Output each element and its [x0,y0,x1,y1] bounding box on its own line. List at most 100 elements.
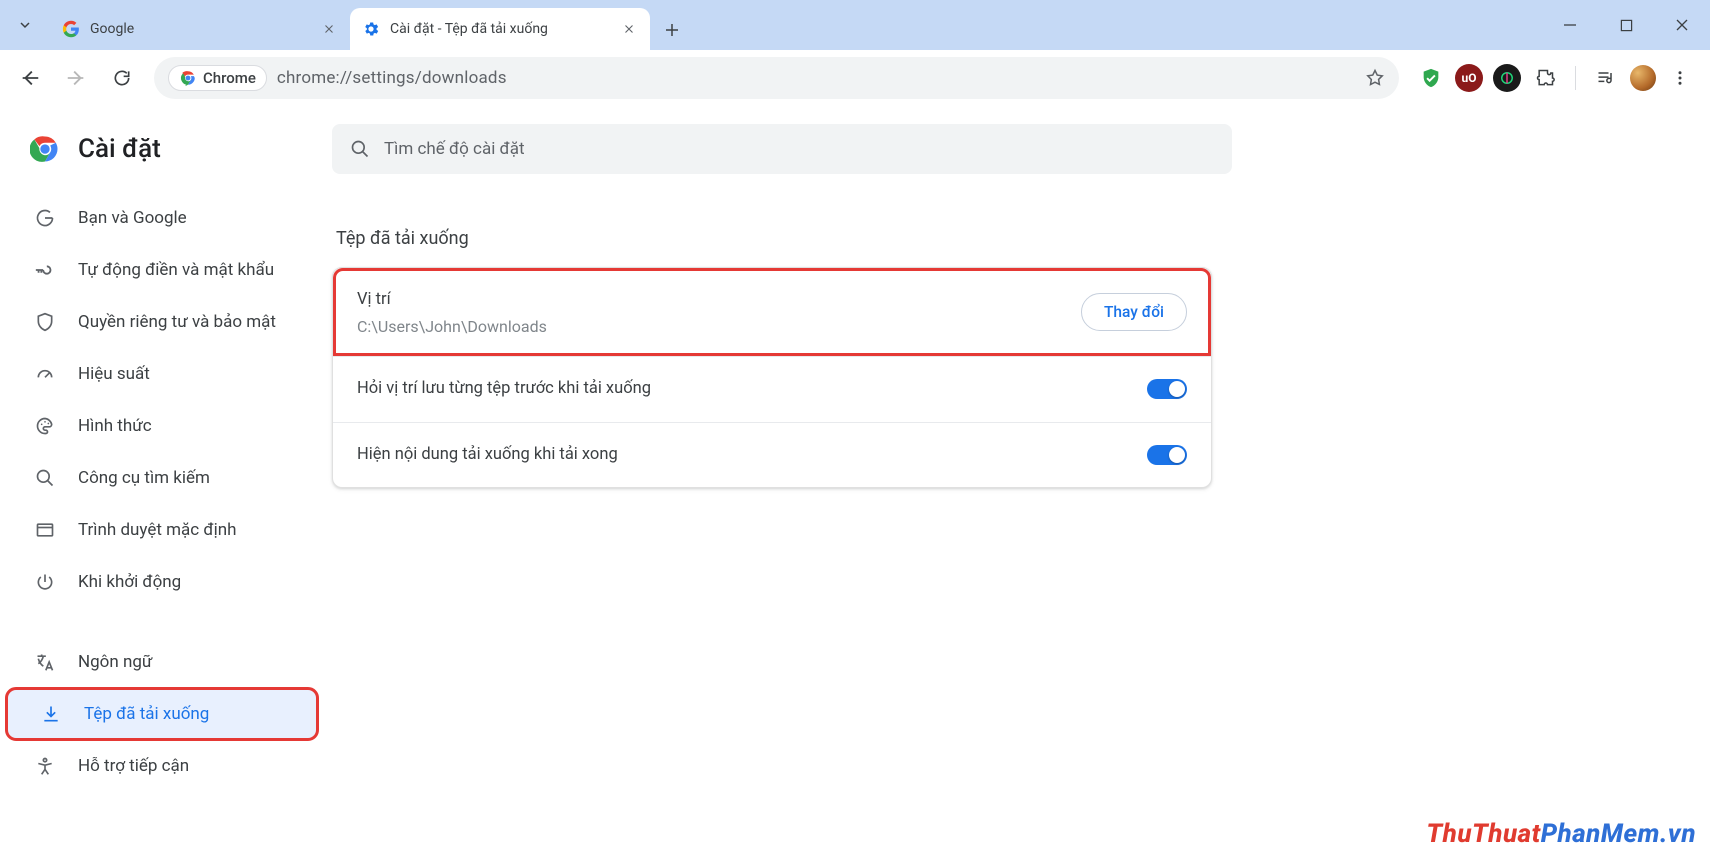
sidebar-item-label: Hỗ trợ tiếp cận [78,756,189,776]
sidebar-item-performance[interactable]: Hiệu suất [0,348,320,400]
reload-icon [112,68,132,88]
sidebar-item-autofill[interactable]: Tự động điền và mật khẩu [0,244,320,296]
window-maximize-button[interactable] [1598,0,1654,50]
sidebar-item-label: Bạn và Google [78,208,187,228]
url-chip-label: Chrome [203,69,256,87]
sidebar-item-privacy[interactable]: Quyền riêng tư và bảo mật [0,296,320,348]
palette-icon [34,415,56,437]
sidebar-item-label: Quyền riêng tư và bảo mật [78,312,276,332]
browser-window-icon [34,519,56,541]
sidebar-item-on-startup[interactable]: Khi khởi động [0,556,320,608]
show-downloads-label: Hiện nội dung tải xuống khi tải xong [357,443,1129,468]
sidebar-item-languages[interactable]: Ngôn ngữ [0,636,320,688]
watermark: ThuThuatPhanMem.vn [1426,819,1696,849]
translate-icon [34,651,56,673]
settings-sidebar: Cài đặt Bạn và Google Tự động điền và mậ… [0,106,332,859]
arrow-left-icon [19,67,41,89]
downloads-card: Vị trí C:\Users\John\Downloads Thay đổi … [332,267,1212,488]
profile-avatar-button[interactable] [1630,65,1656,91]
sidebar-item-downloads[interactable]: Tệp đã tải xuống [6,688,318,740]
chevron-down-icon [17,17,33,33]
tab-settings-downloads[interactable]: Cài đặt - Tệp đã tải xuống [350,8,650,50]
sidebar-item-appearance[interactable]: Hình thức [0,400,320,452]
extension-icons: uO [1411,64,1700,92]
music-list-icon [1596,68,1616,88]
new-tab-button[interactable] [654,12,690,48]
toolbar-divider [1575,66,1576,90]
bookmark-button[interactable] [1365,68,1385,88]
kebab-icon [1671,69,1689,87]
change-location-button[interactable]: Thay đổi [1081,293,1187,331]
tab-close-button[interactable] [620,20,638,38]
watermark-part2: PhanMem [1541,819,1660,849]
google-favicon-icon [62,20,80,38]
settings-search-input[interactable]: Tìm chế độ cài đặt [332,124,1232,174]
search-icon [350,139,370,159]
browser-tab-strip: Google Cài đặt - Tệp đã tải xuống [0,0,1710,50]
extension-ublock-icon[interactable]: uO [1455,64,1483,92]
sidebar-item-label: Tự động điền và mật khẩu [78,260,274,280]
ask-before-download-label: Hỏi vị trí lưu từng tệp trước khi tải xu… [357,377,1129,402]
url-text: chrome://settings/downloads [277,68,507,88]
nav-forward-button[interactable] [56,58,96,98]
minimize-icon [1563,18,1577,32]
gear-icon [362,20,380,38]
extension-dark-icon[interactable] [1493,64,1521,92]
sidebar-item-accessibility[interactable]: Hỗ trợ tiếp cận [0,740,320,792]
sidebar-item-you-and-google[interactable]: Bạn và Google [0,192,320,244]
puzzle-icon [1535,68,1555,88]
search-placeholder: Tìm chế độ cài đặt [384,139,525,159]
download-location-row: Vị trí C:\Users\John\Downloads Thay đổi [333,268,1211,356]
browser-toolbar: Chrome chrome://settings/downloads uO [0,50,1710,106]
shield-icon [34,311,56,333]
sidebar-item-label: Hình thức [78,416,152,436]
tabs-dropdown-button[interactable] [0,0,50,50]
nav-back-button[interactable] [10,58,50,98]
sidebar-item-default-browser[interactable]: Trình duyệt mặc định [0,504,320,556]
ask-before-download-row: Hỏi vị trí lưu từng tệp trước khi tải xu… [333,356,1211,422]
download-icon [40,703,62,725]
chrome-logo-icon [30,134,60,164]
close-icon [1675,18,1689,32]
maximize-icon [1620,19,1633,32]
tab-close-button[interactable] [320,20,338,38]
address-bar[interactable]: Chrome chrome://settings/downloads [154,57,1399,99]
accessibility-icon [34,755,56,777]
media-control-button[interactable] [1592,64,1620,92]
sidebar-item-label: Hiệu suất [78,364,150,384]
sidebar-item-search-engine[interactable]: Công cụ tìm kiếm [0,452,320,504]
chrome-icon [179,69,197,87]
window-close-button[interactable] [1654,0,1710,50]
watermark-part3: .vn [1660,819,1696,849]
section-title-downloads: Tệp đã tải xuống [336,228,1216,249]
show-downloads-row: Hiện nội dung tải xuống khi tải xong [333,422,1211,488]
tab-google[interactable]: Google [50,8,350,50]
settings-page: Cài đặt Bạn và Google Tự động điền và mậ… [0,106,1710,859]
power-icon [34,571,56,593]
key-icon [34,259,56,281]
nav-reload-button[interactable] [102,58,142,98]
plus-icon [663,21,681,39]
speedometer-icon [34,363,56,385]
show-downloads-toggle[interactable] [1147,445,1187,465]
ask-before-download-toggle[interactable] [1147,379,1187,399]
location-value: C:\Users\John\Downloads [357,317,1063,336]
google-g-icon [34,207,56,229]
search-icon [34,467,56,489]
sidebar-title: Cài đặt [78,134,161,164]
window-controls [1542,0,1710,50]
location-label: Vị trí [357,288,1063,313]
watermark-part1: ThuThuat [1426,819,1540,849]
chrome-menu-button[interactable] [1666,64,1694,92]
tab-title: Google [90,21,310,37]
sidebar-item-label: Trình duyệt mặc định [78,520,236,540]
extensions-button[interactable] [1531,64,1559,92]
settings-main: Tìm chế độ cài đặt Tệp đã tải xuống Vị t… [332,106,1710,859]
sidebar-item-label: Tệp đã tải xuống [84,704,209,724]
sidebar-header: Cài đặt [0,124,332,192]
close-icon [623,23,635,35]
sidebar-item-label: Công cụ tìm kiếm [78,468,210,488]
window-minimize-button[interactable] [1542,0,1598,50]
arrow-right-icon [65,67,87,89]
extension-adguard-icon[interactable] [1417,64,1445,92]
